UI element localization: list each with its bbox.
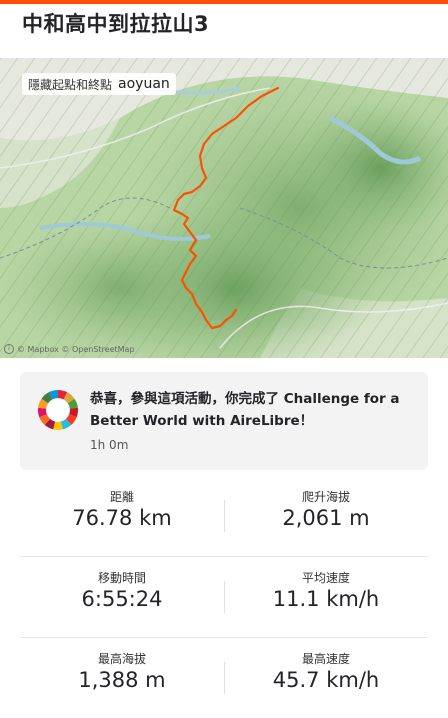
stat-label: 最高速度	[301, 652, 350, 666]
challenge-card[interactable]: 恭喜，參與這項活動，你完成了 Challenge for a Better Wo…	[20, 372, 428, 470]
route-map[interactable]: 隱藏起點和終點 aoyuan i © Mapbox © OpenStreetMa…	[0, 58, 448, 358]
challenge-duration: 1h 0m	[90, 438, 129, 452]
stat-value: 1,388 m	[78, 668, 166, 692]
stat-value: 6:55:24	[81, 587, 163, 611]
stat-row: 距離 76.78 km 爬升海拔 2,061 m	[20, 476, 428, 557]
stat-avg-speed: 平均速度 11.1 km/h	[224, 557, 428, 637]
stat-label: 爬升海拔	[301, 490, 350, 504]
info-icon[interactable]: i	[4, 344, 14, 354]
stat-label: 平均速度	[301, 571, 350, 585]
stat-value: 11.1 km/h	[272, 587, 380, 611]
stat-distance: 距離 76.78 km	[20, 476, 224, 556]
activity-title: 中和高中到拉拉山3	[22, 12, 210, 36]
stat-value: 45.7 km/h	[272, 668, 380, 692]
stat-max-speed: 最高速度 45.7 km/h	[224, 638, 428, 718]
stat-moving-time: 移動時間 6:55:24	[20, 557, 224, 637]
sdg-wheel-icon	[37, 390, 79, 430]
accent-bar	[0, 0, 448, 4]
challenge-message: 恭喜，參與這項活動，你完成了 Challenge for a Better Wo…	[90, 391, 400, 429]
stat-value: 2,061 m	[282, 506, 370, 530]
map-terrain	[0, 58, 448, 358]
stat-max-elevation: 最高海拔 1,388 m	[20, 638, 224, 718]
stat-elevation-gain: 爬升海拔 2,061 m	[224, 476, 428, 556]
stat-label: 距離	[109, 490, 134, 504]
hide-start-end-toggle[interactable]: 隱藏起點和終點 aoyuan	[22, 73, 176, 95]
stat-row: 移動時間 6:55:24 平均速度 11.1 km/h	[20, 557, 428, 638]
athlete-name: aoyuan	[118, 76, 170, 92]
stat-row: 最高海拔 1,388 m 最高速度 45.7 km/h	[20, 638, 428, 718]
activity-stats: 距離 76.78 km 爬升海拔 2,061 m 移動時間 6:55:24 平均…	[20, 476, 428, 718]
map-attribution[interactable]: i © Mapbox © OpenStreetMap	[4, 344, 135, 354]
stat-label: 移動時間	[97, 571, 146, 585]
hide-start-end-label: 隱藏起點和終點	[28, 77, 113, 92]
stat-value: 76.78 km	[72, 506, 172, 530]
stat-label: 最高海拔	[97, 652, 146, 666]
